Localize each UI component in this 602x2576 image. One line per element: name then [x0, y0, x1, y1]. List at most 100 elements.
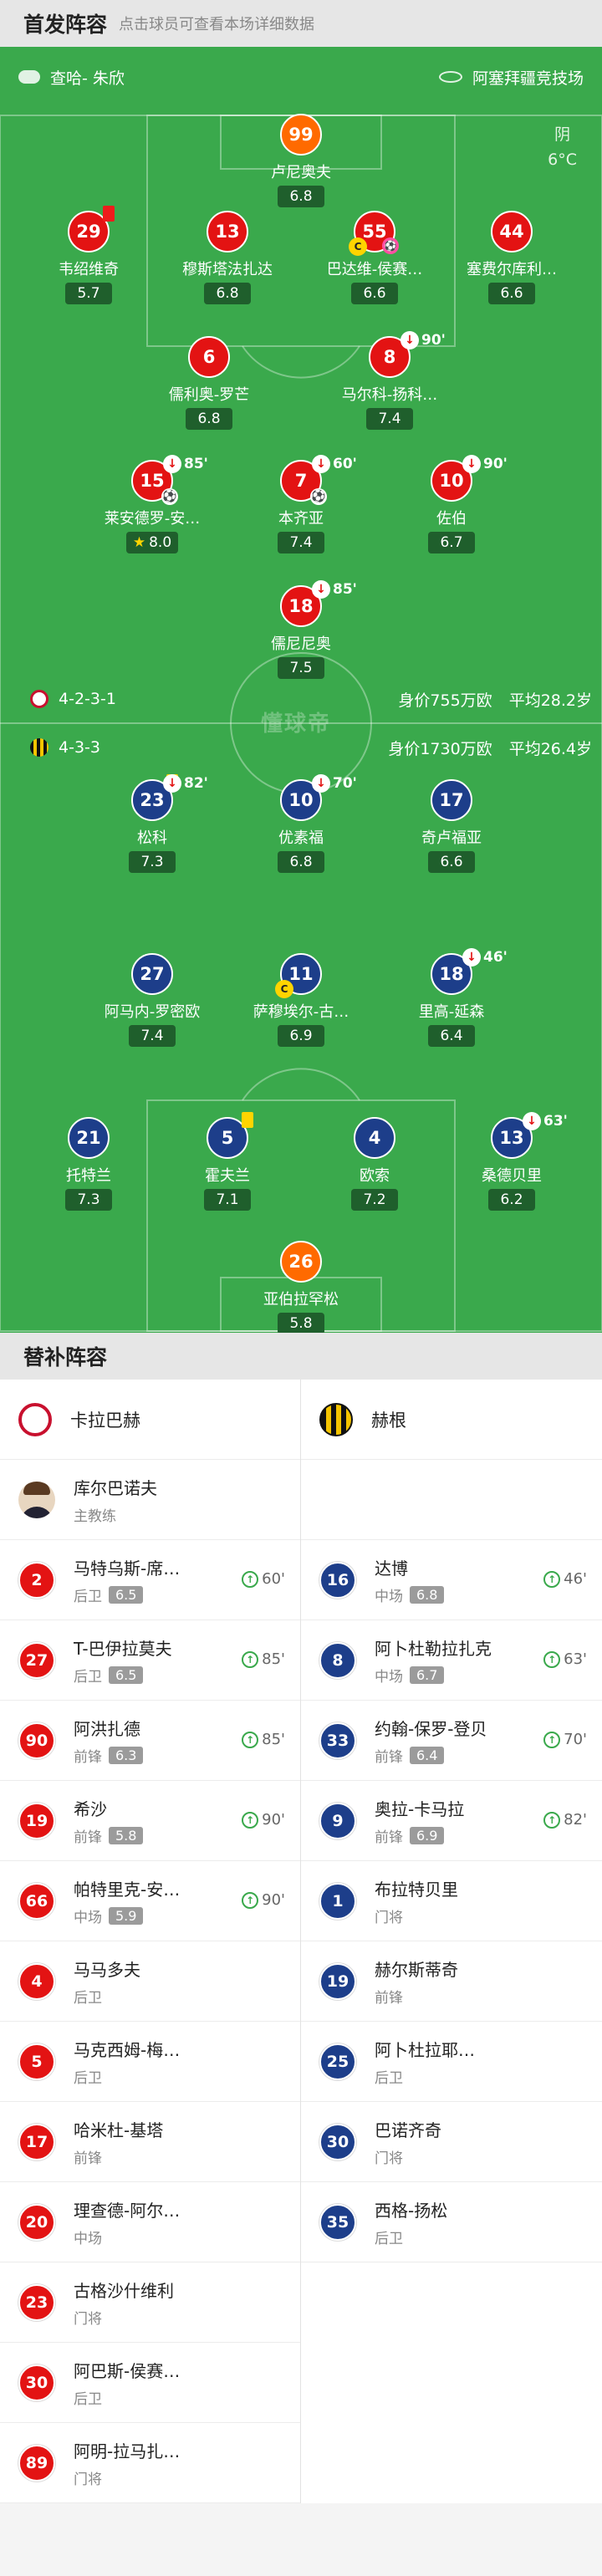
away-player[interactable]: 18 ↓ 46' 里高-延森 6.4: [376, 948, 527, 1047]
away-player[interactable]: 13 ↓ 63' 桑德贝里 6.2: [436, 1112, 587, 1211]
home-team-name: 卡拉巴赫: [70, 1410, 140, 1431]
home-sub-row[interactable]: 27 T-巴伊拉莫夫 后卫 6.5 ↑ 85': [0, 1620, 300, 1701]
sub-rating: 5.8: [109, 1826, 144, 1844]
home-player[interactable]: 6 儒利奥-罗芒 6.8: [134, 336, 284, 430]
home-player[interactable]: 13 穆斯塔法扎达 6.8: [152, 211, 303, 304]
sub-info: 阿卜杜拉耶… 后卫: [375, 2037, 475, 2087]
away-sub-row[interactable]: 19 赫尔斯蒂奇 前锋: [301, 1941, 602, 2022]
home-sub-row[interactable]: 90 阿洪扎德 前锋 6.3 ↑ 85': [0, 1701, 300, 1781]
sub-position-row: 前锋 5.8: [74, 1825, 144, 1846]
sub-position: 门将: [74, 2471, 102, 2488]
sub-jersey-number: 4: [18, 1962, 55, 2000]
sub-out-icon: ↓: [163, 455, 181, 473]
player-name: 卢尼奥夫: [271, 164, 331, 181]
home-team-logo: [18, 1402, 52, 1436]
away-sub-row[interactable]: 35 西格-扬松 后卫: [301, 2182, 602, 2262]
home-sub-row[interactable]: 19 希沙 前锋 5.8 ↑ 90': [0, 1781, 300, 1861]
player-name: 亚伯拉罕松: [263, 1291, 339, 1308]
sub-info: 阿洪扎德 前锋 6.3: [74, 1716, 144, 1766]
home-sub-row[interactable]: 20 理查德-阿尔… 中场: [0, 2182, 300, 2262]
away-player[interactable]: 11 C 萨穆埃尔-古… 6.9: [226, 953, 376, 1047]
sub-position-row: 中场 6.8: [375, 1584, 445, 1605]
sub-in-icon: ↑: [543, 1811, 561, 1829]
away-player[interactable]: 23 ↓ 82' 松科 7.3: [77, 774, 227, 873]
away-sub-row[interactable]: 30 巴诺齐奇 门将: [301, 2102, 602, 2182]
rating-value: 7.3: [140, 854, 164, 870]
sub-position-row: 前锋: [375, 1986, 458, 2007]
home-sub-row[interactable]: 4 马马多夫 后卫: [0, 1941, 300, 2022]
home-sub-row[interactable]: 17 哈米杜-基塔 前锋: [0, 2102, 300, 2182]
player-name: 巴达维-侯赛…: [326, 261, 423, 278]
player-name: 里高-延森: [418, 1003, 485, 1021]
player-rating: 7.3: [65, 1189, 112, 1211]
jersey-number-text: 23: [140, 790, 165, 810]
sub-jersey-number: 9: [319, 1802, 356, 1839]
sub-info: 阿巴斯-侯赛… 后卫: [74, 2358, 180, 2408]
home-player[interactable]: 99 卢尼奥夫 6.8: [226, 114, 376, 207]
away-sub-row[interactable]: 1 布拉特贝里 门将: [301, 1861, 602, 1941]
match-info-row: 查哈- 朱欣 阿塞拜疆竞技场: [0, 60, 602, 94]
sub-rating: 6.3: [109, 1746, 144, 1764]
home-sub-row[interactable]: 89 阿明-拉马扎… 门将: [0, 2423, 300, 2503]
home-sub-row[interactable]: 23 古格沙什维利 门将: [0, 2262, 300, 2343]
sub-in-minute: 46': [564, 1570, 587, 1588]
away-player[interactable]: 4 欧索 7.2: [299, 1117, 450, 1211]
sub-jersey-number: 35: [319, 2203, 356, 2241]
away-player[interactable]: 10 ↓ 70' 优素福 6.8: [226, 774, 376, 873]
sub-in-badge: ↑ 85': [242, 1731, 285, 1748]
away-sub-row[interactable]: 9 奥拉-卡马拉 前锋 6.9 ↑ 82': [301, 1781, 602, 1861]
jersey-number-text: 10: [288, 790, 314, 810]
sub-jersey-number: 66: [18, 1882, 55, 1920]
sub-in-badge: ↑ 85': [242, 1650, 285, 1668]
away-sub-row[interactable]: 33 约翰-保罗-登贝 前锋 6.4 ↑ 70': [301, 1701, 602, 1781]
player-name: 欧索: [360, 1167, 390, 1185]
sub-position: 前锋: [375, 1748, 403, 1766]
sub-name: 希沙: [74, 1798, 107, 1819]
sub-position: 后卫: [74, 2390, 102, 2408]
player-name: 托特兰: [66, 1167, 111, 1185]
home-player[interactable]: 15 ⚽ ↓ 85' 莱安德罗-安… ★ 8.0: [77, 455, 227, 553]
away-player[interactable]: 21 托特兰 7.3: [13, 1117, 164, 1211]
away-player[interactable]: 26 亚伯拉罕松 5.8: [226, 1241, 376, 1333]
player-name: 奇卢福亚: [421, 829, 482, 847]
home-player[interactable]: 44 塞费尔库利… 6.6: [436, 211, 587, 304]
home-player[interactable]: 7 ⚽ ↓ 60' 本齐亚 7.4: [226, 455, 376, 553]
player-rating: 6.4: [428, 1025, 475, 1047]
home-player[interactable]: 55 C ⚽ 巴达维-侯赛… 6.6: [299, 211, 450, 304]
away-team-row[interactable]: 赫根: [301, 1380, 602, 1460]
away-sub-row[interactable]: 25 阿卜杜拉耶… 后卫: [301, 2022, 602, 2102]
sub-name: 帕特里克-安…: [74, 1879, 181, 1900]
home-sub-row[interactable]: 66 帕特里克-安… 中场 5.9 ↑ 90': [0, 1861, 300, 1941]
sub-out-icon: ↓: [523, 1112, 541, 1130]
home-sub-row[interactable]: 5 马克西姆-梅… 后卫: [0, 2022, 300, 2102]
sub-name: 西格-扬松: [375, 2200, 448, 2221]
stadium-icon: [438, 71, 462, 83]
home-team-row[interactable]: 卡拉巴赫: [0, 1380, 300, 1460]
away-player[interactable]: 27 阿马内-罗密欧 7.4: [77, 953, 227, 1047]
away-sub-row[interactable]: 16 达博 中场 6.8 ↑ 46': [301, 1540, 602, 1620]
player-name: 塞费尔库利…: [467, 261, 557, 278]
sub-name: 阿巴斯-侯赛…: [74, 2360, 181, 2381]
home-player[interactable]: 29 韦绍维奇 5.7: [13, 206, 164, 304]
away-player[interactable]: 5 霍夫兰 7.1: [152, 1112, 303, 1211]
sub-in-badge: ↑ 82': [543, 1811, 587, 1829]
sub-position: 后卫: [74, 2069, 102, 2087]
home-player[interactable]: 10 ↓ 90' 佐伯 6.7: [376, 455, 527, 553]
home-player[interactable]: 8 ↓ 90' 马尔科-扬科… 7.4: [314, 331, 465, 430]
away-subs-list: 16 达博 中场 6.8 ↑ 46' 8 阿卜杜勒拉扎克 中场 6.7 ↑ 63' 33 约翰-保罗-登贝…: [301, 1540, 602, 2262]
away-sub-row[interactable]: 8 阿卜杜勒拉扎克 中场 6.7 ↑ 63': [301, 1620, 602, 1701]
rating-value: 7.1: [216, 1191, 239, 1208]
home-coach-row[interactable]: 库尔巴诺夫 主教练: [0, 1460, 300, 1540]
away-player[interactable]: 17 奇卢福亚 6.6: [376, 779, 527, 873]
home-player[interactable]: 18 ↓ 85' 儒尼尼奥 7.5: [226, 580, 376, 679]
home-sub-row[interactable]: 30 阿巴斯-侯赛… 后卫: [0, 2343, 300, 2423]
sub-info: T-巴伊拉莫夫 后卫 6.5: [74, 1635, 172, 1686]
away-formation-row: 4-3-3 身价1730万欧 平均26.4岁: [0, 731, 602, 764]
sub-position-row: 门将: [375, 1905, 458, 1926]
rating-value: 6.6: [363, 285, 386, 302]
coach-avatar: [18, 1481, 55, 1518]
player-name: 韦绍维奇: [59, 261, 119, 278]
player-name: 马尔科-扬科…: [341, 386, 438, 404]
home-sub-row[interactable]: 2 马特乌斯-席… 后卫 6.5 ↑ 60': [0, 1540, 300, 1620]
away-team-logo: [319, 1402, 353, 1436]
